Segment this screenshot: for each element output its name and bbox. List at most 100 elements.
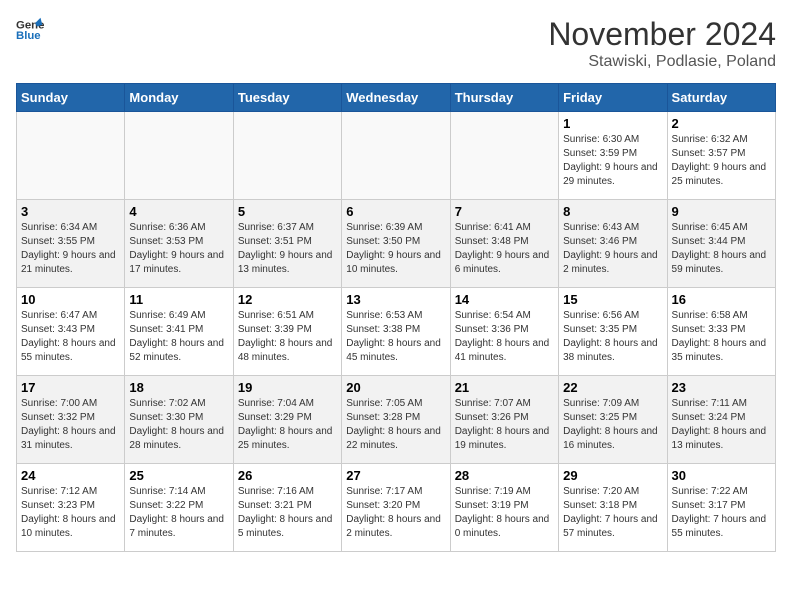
day-number: 17 bbox=[21, 380, 120, 395]
day-info: Sunrise: 6:47 AM Sunset: 3:43 PM Dayligh… bbox=[21, 309, 120, 365]
calendar-cell: 25 Sunrise: 7:14 AM Sunset: 3:22 PM Dayli… bbox=[125, 464, 233, 552]
day-info: Sunrise: 6:30 AM Sunset: 3:59 PM Dayligh… bbox=[563, 133, 662, 189]
day-number: 3 bbox=[21, 204, 120, 219]
calendar-cell bbox=[233, 112, 341, 200]
calendar-cell: 9 Sunrise: 6:45 AM Sunset: 3:44 PM Daylig… bbox=[667, 200, 775, 288]
day-number: 9 bbox=[672, 204, 771, 219]
calendar-cell: 11 Sunrise: 6:49 AM Sunset: 3:41 PM Dayli… bbox=[125, 288, 233, 376]
day-number: 25 bbox=[129, 468, 228, 483]
day-info: Sunrise: 7:17 AM Sunset: 3:20 PM Dayligh… bbox=[346, 485, 445, 541]
day-number: 5 bbox=[238, 204, 337, 219]
calendar-cell bbox=[342, 112, 450, 200]
calendar-cell: 1 Sunrise: 6:30 AM Sunset: 3:59 PM Daylig… bbox=[559, 112, 667, 200]
calendar-cell bbox=[125, 112, 233, 200]
calendar-cell: 19 Sunrise: 7:04 AM Sunset: 3:29 PM Dayli… bbox=[233, 376, 341, 464]
day-info: Sunrise: 7:09 AM Sunset: 3:25 PM Dayligh… bbox=[563, 397, 662, 453]
day-number: 12 bbox=[238, 292, 337, 307]
day-number: 8 bbox=[563, 204, 662, 219]
day-info: Sunrise: 7:12 AM Sunset: 3:23 PM Dayligh… bbox=[21, 485, 120, 541]
day-number: 19 bbox=[238, 380, 337, 395]
week-row-4: 17 Sunrise: 7:00 AM Sunset: 3:32 PM Dayli… bbox=[17, 376, 776, 464]
calendar-cell: 2Sunrise: 6:32 AM Sunset: 3:57 PM Daylig… bbox=[667, 112, 775, 200]
calendar-cell: 12 Sunrise: 6:51 AM Sunset: 3:39 PM Dayli… bbox=[233, 288, 341, 376]
col-header-wednesday: Wednesday bbox=[342, 84, 450, 112]
calendar-cell: 3 Sunrise: 6:34 AM Sunset: 3:55 PM Daylig… bbox=[17, 200, 125, 288]
day-info: Sunrise: 6:39 AM Sunset: 3:50 PM Dayligh… bbox=[346, 221, 445, 277]
day-number: 20 bbox=[346, 380, 445, 395]
day-info: Sunrise: 7:20 AM Sunset: 3:18 PM Dayligh… bbox=[563, 485, 662, 541]
day-info: Sunrise: 7:16 AM Sunset: 3:21 PM Dayligh… bbox=[238, 485, 337, 541]
calendar-cell: 24 Sunrise: 7:12 AM Sunset: 3:23 PM Dayli… bbox=[17, 464, 125, 552]
day-info: Sunrise: 6:51 AM Sunset: 3:39 PM Dayligh… bbox=[238, 309, 337, 365]
day-info: Sunrise: 7:22 AM Sunset: 3:17 PM Dayligh… bbox=[672, 485, 771, 541]
day-info: Sunrise: 6:54 AM Sunset: 3:36 PM Dayligh… bbox=[455, 309, 554, 365]
calendar-cell: 8 Sunrise: 6:43 AM Sunset: 3:46 PM Daylig… bbox=[559, 200, 667, 288]
calendar-cell: 17 Sunrise: 7:00 AM Sunset: 3:32 PM Dayli… bbox=[17, 376, 125, 464]
day-info: Sunrise: 7:19 AM Sunset: 3:19 PM Dayligh… bbox=[455, 485, 554, 541]
day-number: 13 bbox=[346, 292, 445, 307]
day-info: Sunrise: 6:43 AM Sunset: 3:46 PM Dayligh… bbox=[563, 221, 662, 277]
day-info: Sunrise: 7:04 AM Sunset: 3:29 PM Dayligh… bbox=[238, 397, 337, 453]
calendar-cell: 18 Sunrise: 7:02 AM Sunset: 3:30 PM Dayli… bbox=[125, 376, 233, 464]
title-area: November 2024 Stawiski, Podlasie, Poland bbox=[548, 16, 776, 71]
day-info: Sunrise: 6:45 AM Sunset: 3:44 PM Dayligh… bbox=[672, 221, 771, 277]
day-info: Sunrise: 6:49 AM Sunset: 3:41 PM Dayligh… bbox=[129, 309, 228, 365]
day-number: 28 bbox=[455, 468, 554, 483]
day-info: Sunrise: 6:53 AM Sunset: 3:38 PM Dayligh… bbox=[346, 309, 445, 365]
calendar-cell: 26 Sunrise: 7:16 AM Sunset: 3:21 PM Dayli… bbox=[233, 464, 341, 552]
calendar-cell bbox=[450, 112, 558, 200]
day-info: Sunrise: 6:34 AM Sunset: 3:55 PM Dayligh… bbox=[21, 221, 120, 277]
day-info: Sunrise: 7:02 AM Sunset: 3:30 PM Dayligh… bbox=[129, 397, 228, 453]
day-info: Sunrise: 7:00 AM Sunset: 3:32 PM Dayligh… bbox=[21, 397, 120, 453]
day-info: Sunrise: 7:11 AM Sunset: 3:24 PM Dayligh… bbox=[672, 397, 771, 453]
day-number: 23 bbox=[672, 380, 771, 395]
day-number: 14 bbox=[455, 292, 554, 307]
calendar-cell: 15Sunrise: 6:56 AM Sunset: 3:35 PM Dayli… bbox=[559, 288, 667, 376]
logo-icon: General Blue bbox=[16, 16, 44, 44]
day-number: 18 bbox=[129, 380, 228, 395]
calendar-table: SundayMondayTuesdayWednesdayThursdayFrid… bbox=[16, 83, 776, 552]
day-number: 21 bbox=[455, 380, 554, 395]
week-row-5: 24 Sunrise: 7:12 AM Sunset: 3:23 PM Dayli… bbox=[17, 464, 776, 552]
day-info: Sunrise: 6:37 AM Sunset: 3:51 PM Dayligh… bbox=[238, 221, 337, 277]
calendar-cell: 7 Sunrise: 6:41 AM Sunset: 3:48 PM Daylig… bbox=[450, 200, 558, 288]
day-info: Sunrise: 7:05 AM Sunset: 3:28 PM Dayligh… bbox=[346, 397, 445, 453]
day-info: Sunrise: 6:36 AM Sunset: 3:53 PM Dayligh… bbox=[129, 221, 228, 277]
col-header-sunday: Sunday bbox=[17, 84, 125, 112]
day-number: 27 bbox=[346, 468, 445, 483]
day-info: Sunrise: 6:56 AM Sunset: 3:35 PM Dayligh… bbox=[563, 309, 662, 365]
day-number: 10 bbox=[21, 292, 120, 307]
day-number: 24 bbox=[21, 468, 120, 483]
calendar-cell: 22 Sunrise: 7:09 AM Sunset: 3:25 PM Dayli… bbox=[559, 376, 667, 464]
calendar-cell bbox=[17, 112, 125, 200]
calendar-cell: 16Sunrise: 6:58 AM Sunset: 3:33 PM Dayli… bbox=[667, 288, 775, 376]
day-info: Sunrise: 6:32 AM Sunset: 3:57 PM Dayligh… bbox=[672, 133, 771, 189]
day-number: 30 bbox=[672, 468, 771, 483]
calendar-cell: 14 Sunrise: 6:54 AM Sunset: 3:36 PM Dayli… bbox=[450, 288, 558, 376]
calendar-title: November 2024 bbox=[548, 16, 776, 53]
day-number: 29 bbox=[563, 468, 662, 483]
col-header-friday: Friday bbox=[559, 84, 667, 112]
calendar-cell: 4Sunrise: 6:36 AM Sunset: 3:53 PM Daylig… bbox=[125, 200, 233, 288]
day-info: Sunrise: 6:41 AM Sunset: 3:48 PM Dayligh… bbox=[455, 221, 554, 277]
week-row-2: 3 Sunrise: 6:34 AM Sunset: 3:55 PM Daylig… bbox=[17, 200, 776, 288]
day-number: 6 bbox=[346, 204, 445, 219]
col-header-saturday: Saturday bbox=[667, 84, 775, 112]
day-number: 26 bbox=[238, 468, 337, 483]
day-info: Sunrise: 7:07 AM Sunset: 3:26 PM Dayligh… bbox=[455, 397, 554, 453]
day-number: 1 bbox=[563, 116, 662, 131]
calendar-cell: 28 Sunrise: 7:19 AM Sunset: 3:19 PM Dayli… bbox=[450, 464, 558, 552]
day-info: Sunrise: 7:14 AM Sunset: 3:22 PM Dayligh… bbox=[129, 485, 228, 541]
calendar-cell: 20 Sunrise: 7:05 AM Sunset: 3:28 PM Dayli… bbox=[342, 376, 450, 464]
day-number: 22 bbox=[563, 380, 662, 395]
col-header-monday: Monday bbox=[125, 84, 233, 112]
week-row-1: 1 Sunrise: 6:30 AM Sunset: 3:59 PM Daylig… bbox=[17, 112, 776, 200]
day-info: Sunrise: 6:58 AM Sunset: 3:33 PM Dayligh… bbox=[672, 309, 771, 365]
day-number: 7 bbox=[455, 204, 554, 219]
header-row: SundayMondayTuesdayWednesdayThursdayFrid… bbox=[17, 84, 776, 112]
day-number: 11 bbox=[129, 292, 228, 307]
col-header-tuesday: Tuesday bbox=[233, 84, 341, 112]
calendar-subtitle: Stawiski, Podlasie, Poland bbox=[548, 53, 776, 71]
calendar-cell: 10 Sunrise: 6:47 AM Sunset: 3:43 PM Dayli… bbox=[17, 288, 125, 376]
calendar-cell: 29 Sunrise: 7:20 AM Sunset: 3:18 PM Dayli… bbox=[559, 464, 667, 552]
